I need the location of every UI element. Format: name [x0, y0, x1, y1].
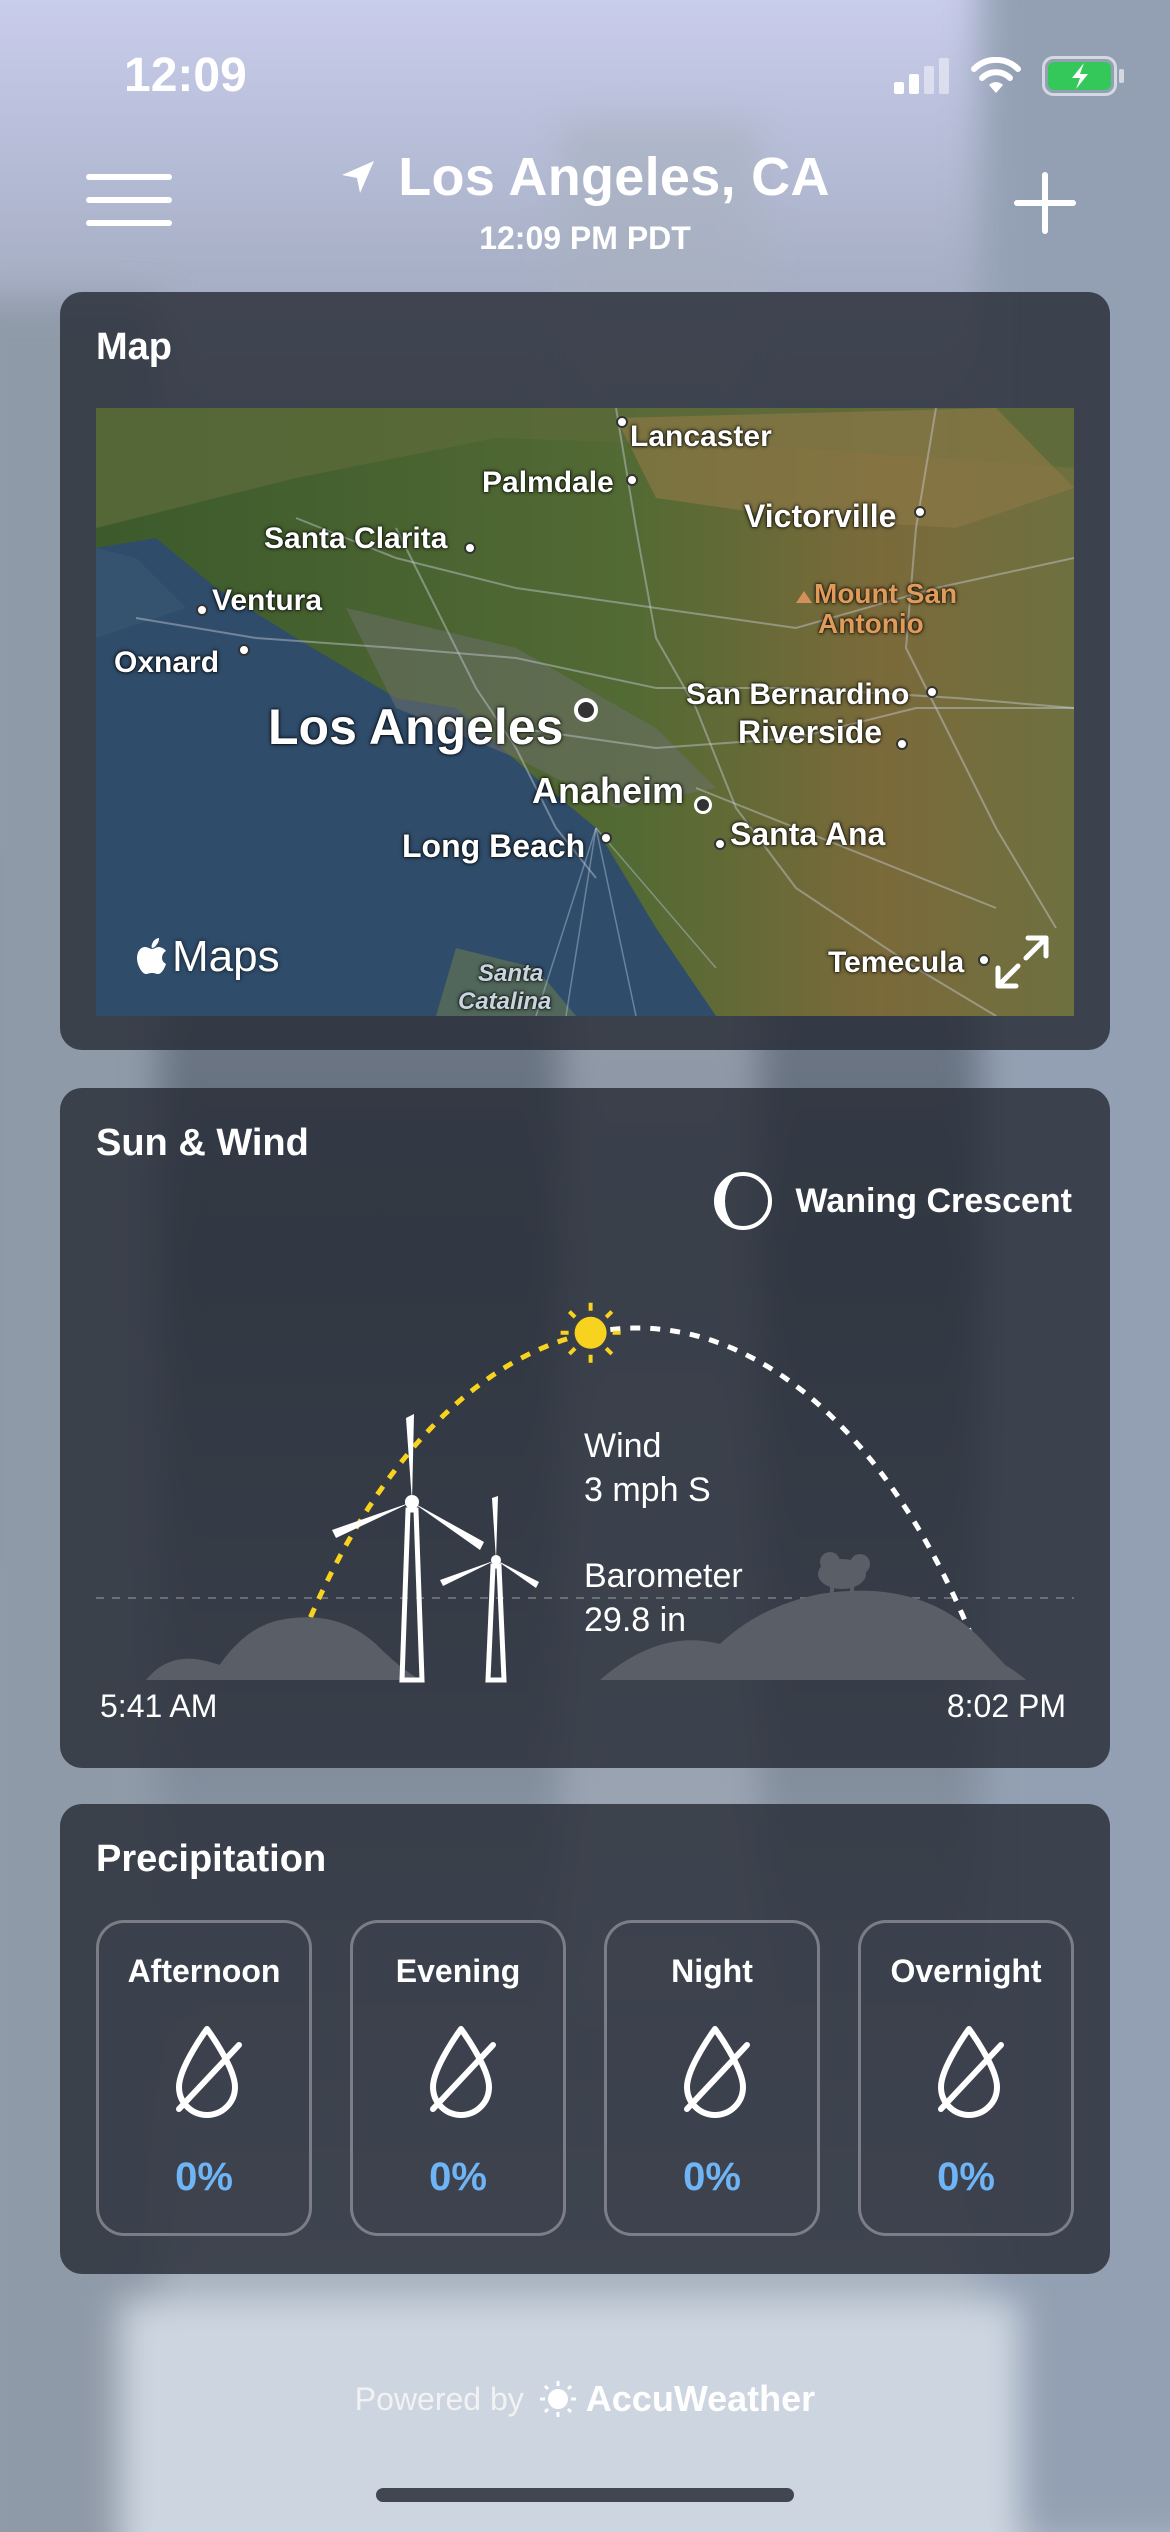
precip-value: 0%	[937, 2155, 995, 2199]
accuweather-logo[interactable]: AccuWeather	[538, 2378, 815, 2420]
wind-info: Wind 3 mph S	[584, 1424, 711, 1512]
map-label-lancaster: Lancaster	[630, 420, 772, 453]
no-rain-drop-icon	[430, 2026, 496, 2118]
precip-period-label: Evening	[395, 1953, 521, 1989]
battery-charging-icon	[1042, 56, 1124, 96]
precipitation-periods: Afternoon 0% Evening 0% Night 0% Overnig…	[96, 1920, 1074, 2240]
accuweather-sun-icon	[539, 2381, 576, 2417]
precip-value: 0%	[175, 2155, 233, 2199]
no-rain-drop-icon	[176, 2026, 242, 2118]
barometer-info: Barometer 29.8 in	[584, 1554, 743, 1642]
apple-maps-brand: Maps	[136, 932, 280, 982]
wind-value: 3 mph S	[584, 1471, 711, 1509]
map-label-palmdale: Palmdale	[482, 466, 614, 499]
map-label-santa-ana: Santa Ana	[730, 816, 886, 852]
location-arrow-icon	[342, 161, 375, 193]
precip-period-label: Night	[671, 1953, 753, 1989]
status-icons	[894, 56, 1126, 96]
sunrise-time: 5:41 AM	[100, 1688, 218, 1724]
map-image[interactable]: Lancaster Palmdale Victorville Santa Cla…	[96, 408, 1074, 1016]
precip-period-label: Overnight	[890, 1953, 1042, 1989]
precipitation-card: Precipitation Afternoon 0% Evening 0% Ni…	[60, 1804, 1110, 2274]
no-rain-drop-icon	[684, 2026, 750, 2118]
moon-phase-label: Waning Crescent	[795, 1181, 1072, 1220]
map-label-mount-san-antonio-1: Mount San	[814, 578, 958, 609]
precip-value: 0%	[429, 2155, 487, 2199]
precip-value: 0%	[683, 2155, 741, 2199]
expand-icon[interactable]	[992, 932, 1052, 992]
map-label-long-beach: Long Beach	[402, 828, 586, 864]
precip-tile-overnight[interactable]: Overnight 0%	[858, 1920, 1074, 2236]
apple-logo-icon	[137, 938, 166, 974]
map-label-oxnard: Oxnard	[114, 646, 220, 679]
signal-icon	[894, 58, 949, 94]
precip-period-label: Afternoon	[127, 1953, 281, 1989]
sheep-icon	[818, 1552, 870, 1596]
map-label-anaheim: Anaheim	[532, 770, 685, 811]
location-time: 12:09 PM PDT	[479, 220, 691, 256]
no-rain-drop-icon	[938, 2026, 1004, 2118]
sun-icon	[560, 1302, 621, 1363]
status-time: 12:09	[124, 49, 247, 102]
map-label-riverside: Riverside	[738, 714, 883, 750]
location-name[interactable]: Los Angeles, CA	[398, 146, 830, 208]
powered-by: Powered by AccuWeather	[0, 2378, 1170, 2420]
map-label-temecula: Temecula	[828, 946, 965, 979]
moon-phase: Waning Crescent	[712, 1170, 1072, 1232]
powered-by-label: Powered by	[354, 2380, 524, 2417]
map-card: Map Lancaster Palmdale Victorville Santa…	[60, 292, 1110, 1050]
wind-label: Wind	[584, 1427, 662, 1465]
maps-brand-label: Maps	[172, 932, 280, 981]
sun-wind-card-title: Sun & Wind	[96, 1122, 309, 1164]
precip-tile-afternoon[interactable]: Afternoon 0%	[96, 1920, 312, 2236]
precipitation-card-title: Precipitation	[96, 1838, 327, 1880]
map-label-victorville: Victorville	[744, 498, 897, 534]
sun-wind-card: Sun & Wind Waning Crescent Wind 3 mph S …	[60, 1088, 1110, 1768]
map-label-santa-catalina-1: Santa	[478, 960, 544, 987]
plus-icon[interactable]	[1010, 168, 1080, 238]
wifi-icon	[971, 57, 1021, 93]
map-label-mount-san-antonio-2: Antonio	[818, 608, 924, 639]
map-card-title: Map	[96, 326, 172, 368]
location-header: Los Angeles, CA 12:09 PM PDT	[0, 146, 1170, 257]
map-label-los-angeles: Los Angeles	[268, 699, 564, 755]
map-label-santa-catalina-2: Catalina	[458, 988, 552, 1015]
waning-crescent-moon-icon	[713, 1172, 772, 1230]
sun-arc-elapsed	[300, 1330, 592, 1637]
home-indicator[interactable]	[376, 2488, 794, 2502]
sunset-time: 8:02 PM	[946, 1688, 1066, 1724]
map-label-san-bernardino: San Bernardino	[686, 678, 910, 711]
status-bar: 12:09	[0, 0, 1170, 150]
barometer-value: 29.8 in	[584, 1601, 687, 1639]
map-label-santa-clarita: Santa Clarita	[264, 522, 448, 555]
accuweather-brand-label: AccuWeather	[585, 2378, 816, 2419]
precip-tile-night[interactable]: Night 0%	[604, 1920, 820, 2236]
barometer-label: Barometer	[584, 1557, 743, 1595]
precip-tile-evening[interactable]: Evening 0%	[350, 1920, 566, 2236]
los-angeles-marker	[574, 698, 598, 722]
map-label-ventura: Ventura	[212, 584, 323, 617]
header: Los Angeles, CA 12:09 PM PDT	[0, 140, 1170, 270]
